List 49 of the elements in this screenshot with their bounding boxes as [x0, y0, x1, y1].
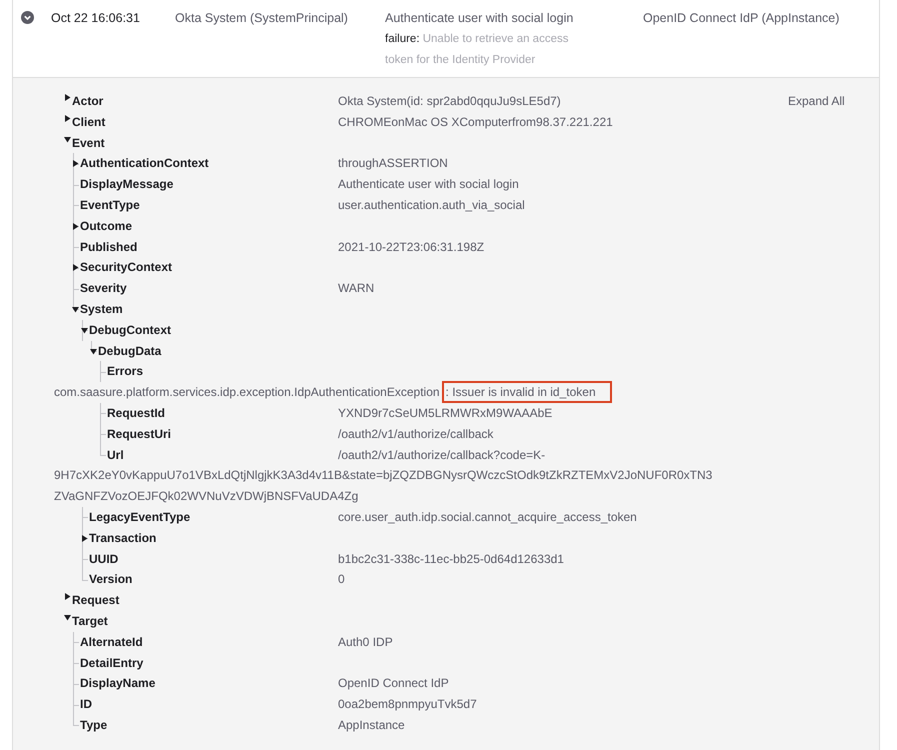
- field-label: Outcome: [80, 218, 132, 233]
- caret-right-icon[interactable]: [72, 264, 79, 272]
- property-row: AlternateId Auth0 IDP: [54, 632, 714, 653]
- property-row: Severity WARN: [54, 278, 714, 299]
- caret-right-icon[interactable]: [81, 534, 88, 542]
- caret-right-icon[interactable]: [64, 94, 71, 101]
- caret-down-icon[interactable]: [81, 326, 88, 334]
- field-label: Actor: [72, 94, 104, 108]
- collapse-chevron-icon[interactable]: [21, 11, 34, 24]
- target-name: OpenID Connect IdP (AppInstance): [643, 11, 840, 25]
- field-label: Request: [72, 593, 120, 608]
- event-time: Oct 22 16:06:31: [51, 11, 140, 25]
- property-row: DisplayMessage Authenticate user with social login: [54, 174, 714, 195]
- property-row: ID 0oa2bem8pnmpyuTvk5d7: [54, 694, 714, 715]
- property-row: DetailEntry: [54, 652, 714, 674]
- property-row: RequestId YXND9r7cSeUM5LRMWRxM9WAAAbE: [54, 402, 714, 424]
- event-title: Authenticate user with social login: [385, 11, 574, 25]
- caret-down-icon[interactable]: [64, 614, 71, 621]
- caret-down-icon[interactable]: [90, 348, 97, 355]
- expand-all-link[interactable]: Expand All: [788, 91, 845, 112]
- outcome-text: failure: Unable to retrieve an access token for the Identity Provider: [385, 32, 570, 68]
- property-row: UUID b1bc2c31-338c-11ec-bb25-0d64d12633d1: [54, 548, 714, 570]
- property-row: Published 2021-10-22T23:06:31.198Z: [54, 236, 714, 258]
- field-value: Okta System(id: spr2abd0qquJu9sLE5d7): [338, 94, 561, 108]
- field-label: DebugContext: [89, 322, 171, 337]
- property-row: LegacyEventType core.user_auth.idp.social.cannot_acquire_access_token: [54, 506, 714, 528]
- actor-name: Okta System (SystemPrincipal): [175, 11, 348, 25]
- property-row: Version 0: [54, 569, 714, 590]
- property-row: Type AppInstance: [54, 714, 714, 736]
- property-row: RequestUri /oauth2/v1/authorize/callback: [54, 424, 714, 445]
- field-label: SecurityContext: [80, 260, 172, 274]
- property-row: Errors com.saasure.platform.services.idp.exception.IdpAuthenticationException : Issuer is invalid in id_token: [54, 361, 714, 403]
- caret-right-icon[interactable]: [72, 222, 79, 230]
- property-row: EventType user.authentication.auth_via_social: [54, 194, 714, 216]
- field-label: System: [80, 302, 123, 316]
- field-value: throughASSERTION: [338, 156, 448, 170]
- field-label: Target: [72, 614, 108, 628]
- field-label: Client: [72, 114, 106, 129]
- field-label: AuthenticationContext: [80, 156, 209, 170]
- caret-right-icon[interactable]: [64, 114, 71, 122]
- caret-down-icon[interactable]: [72, 306, 79, 313]
- property-row: DisplayName OpenID Connect IdP: [54, 673, 714, 694]
- caret-right-icon[interactable]: [72, 160, 79, 168]
- field-label: Transaction: [89, 530, 156, 545]
- caret-down-icon[interactable]: [64, 136, 71, 143]
- field-label: DebugData: [98, 344, 162, 358]
- caret-right-icon[interactable]: [64, 593, 71, 600]
- field-label: Event: [72, 136, 105, 150]
- field-value: CHROMEonMac OS XComputerfrom98.37.221.221: [338, 114, 613, 129]
